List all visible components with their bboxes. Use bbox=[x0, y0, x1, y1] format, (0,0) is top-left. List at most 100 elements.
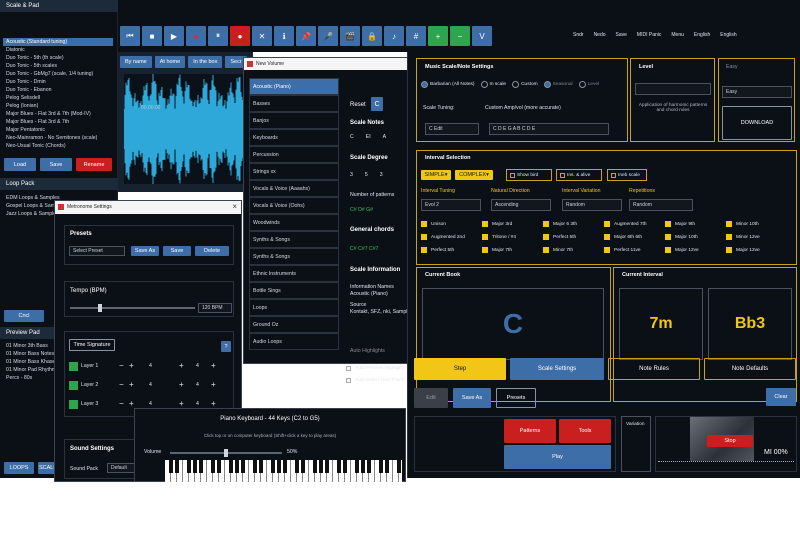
main-save-as-button[interactable]: Save As bbox=[453, 388, 491, 408]
download-button[interactable]: DOWNLOAD bbox=[722, 106, 792, 140]
piano-black-key[interactable] bbox=[343, 460, 347, 473]
scale-list-item[interactable]: Acoustic (Standard tuning) bbox=[3, 38, 113, 46]
scale-list-item[interactable]: Major Blues - Flat 3rd & 7th (Mod-IV) bbox=[3, 110, 113, 118]
ineb-scale-toggle[interactable]: Ineb scale bbox=[607, 169, 647, 181]
piano-black-key[interactable] bbox=[193, 460, 197, 473]
scale-list-item[interactable]: Pelog Selisdell bbox=[3, 94, 113, 102]
interval-checkbox[interactable] bbox=[726, 234, 732, 240]
minus-icon[interactable]: − bbox=[119, 399, 124, 408]
layer-check-icon[interactable] bbox=[69, 362, 78, 371]
sharp-button[interactable]: # bbox=[406, 26, 426, 46]
plus-icon[interactable]: + bbox=[129, 361, 134, 370]
step-button[interactable]: Step bbox=[414, 358, 506, 380]
instrument-item[interactable]: Ground Oz bbox=[249, 316, 339, 333]
scale-radio[interactable]: Custom bbox=[512, 81, 538, 88]
toolbar-menu-item[interactable]: Nedo bbox=[594, 32, 606, 38]
instrument-item[interactable]: Percussion bbox=[249, 146, 339, 163]
tempo-slider[interactable] bbox=[70, 304, 195, 312]
piano-black-key[interactable] bbox=[385, 460, 389, 473]
tempo-slider-thumb[interactable] bbox=[98, 304, 102, 312]
scale-list-item[interactable]: Diatonic bbox=[3, 46, 113, 54]
edit-button[interactable]: Edit bbox=[414, 388, 448, 408]
tempo-value-field[interactable]: 120 BPM bbox=[198, 303, 232, 313]
instrument-item[interactable]: Keyboards bbox=[249, 129, 339, 146]
piano-black-key[interactable] bbox=[253, 460, 257, 473]
interval-checkbox[interactable] bbox=[482, 221, 488, 227]
instrument-item[interactable]: Bottle Sings bbox=[249, 282, 339, 299]
load-button[interactable]: Load bbox=[4, 158, 36, 171]
piano-black-key[interactable] bbox=[211, 460, 215, 473]
piano-black-key[interactable] bbox=[397, 460, 401, 473]
interval-checkbox[interactable] bbox=[421, 221, 427, 227]
video-button[interactable]: 🎬 bbox=[340, 26, 360, 46]
instrument-item[interactable]: Banjos bbox=[249, 112, 339, 129]
instrument-item[interactable]: Acoustic (Piano) bbox=[249, 78, 339, 95]
plus-icon[interactable]: + bbox=[129, 380, 134, 389]
scale-list-item[interactable]: Neo-Usual Tonic (Chords) bbox=[3, 142, 113, 150]
auto-highlights[interactable]: Auto Highlights bbox=[350, 348, 385, 354]
reset-label[interactable]: Reset bbox=[350, 102, 366, 108]
layer-check-icon[interactable] bbox=[69, 381, 78, 390]
instrument-item[interactable]: Basses bbox=[249, 95, 339, 112]
interval-column-select[interactable]: Evol 2 bbox=[421, 199, 481, 211]
interval-checkbox[interactable] bbox=[482, 247, 488, 253]
piano-black-key[interactable] bbox=[295, 460, 299, 473]
layer-beats-plus-icon[interactable]: + bbox=[179, 399, 184, 408]
layer-beats-plus-icon[interactable]: + bbox=[179, 380, 184, 389]
waveform-tab[interactable]: By name bbox=[120, 56, 152, 68]
interval-checkbox[interactable] bbox=[604, 247, 610, 253]
play-button[interactable]: ▶ bbox=[164, 26, 184, 46]
skip-back-button[interactable]: ⏮ bbox=[120, 26, 140, 46]
piano-black-key[interactable] bbox=[283, 460, 287, 473]
record-button[interactable]: ● bbox=[186, 26, 206, 46]
piano-black-key[interactable] bbox=[229, 460, 233, 473]
close-button[interactable]: ✕ bbox=[252, 26, 272, 46]
simple-button[interactable]: SIMPLE ▾ bbox=[421, 170, 451, 180]
clear-button[interactable]: Clear bbox=[766, 388, 796, 406]
piano-black-key[interactable] bbox=[337, 460, 341, 473]
v-button[interactable]: V bbox=[472, 26, 492, 46]
piano-black-key[interactable] bbox=[355, 460, 359, 473]
piano-black-key[interactable] bbox=[169, 460, 173, 473]
show-bird-toggle[interactable]: Show bird bbox=[506, 169, 552, 181]
scale-radio[interactable]: In scale bbox=[480, 81, 506, 88]
radio-icon[interactable] bbox=[578, 81, 586, 88]
auto-select-option[interactable]: Auto Select Next Patch bbox=[346, 376, 408, 386]
layer-beats-plus-icon[interactable]: + bbox=[179, 361, 184, 370]
info-button[interactable]: ℹ bbox=[274, 26, 294, 46]
instrument-list[interactable]: Acoustic (Piano) Basses Banjos Keyboards Per… bbox=[249, 78, 339, 356]
layer-beats[interactable]: 4 bbox=[149, 363, 152, 369]
scale-settings-button[interactable]: Scale Settings bbox=[510, 358, 604, 380]
instrument-item[interactable]: Strings xx bbox=[249, 163, 339, 180]
save-button[interactable]: Save bbox=[40, 158, 72, 171]
lock-button[interactable]: 🔒 bbox=[362, 26, 382, 46]
preset-select[interactable]: Select Preset bbox=[69, 246, 125, 256]
piano-black-key[interactable] bbox=[271, 460, 275, 473]
presets-button[interactable]: Presets bbox=[496, 388, 536, 408]
sound-pack-select[interactable]: Default bbox=[107, 463, 137, 473]
scale-list-item[interactable]: Neo-Mainramon - No Semitones (scale) bbox=[3, 134, 113, 142]
layer-division[interactable]: 4 bbox=[196, 401, 199, 407]
pause-button[interactable]: ⏸ bbox=[208, 26, 228, 46]
ineb-scale-checkbox[interactable] bbox=[611, 173, 616, 178]
metronome-close-icon[interactable]: × bbox=[232, 202, 237, 211]
auto-preview-option[interactable]: Auto Preview Highlight bbox=[346, 364, 408, 374]
scale-list-item[interactable]: Duo Tonic - GbMg7 (scale, 1/4 tuning) bbox=[3, 70, 113, 78]
scale-list-item[interactable]: Duo Tonic - Dmin bbox=[3, 78, 113, 86]
layer-beats[interactable]: 4 bbox=[149, 382, 152, 388]
volume-slider-thumb[interactable] bbox=[224, 449, 228, 457]
rename-button[interactable]: Rename bbox=[76, 158, 112, 171]
scale-radio[interactable]: Seasonal bbox=[543, 81, 573, 88]
interval-checkbox[interactable] bbox=[726, 221, 732, 227]
layer-division-plus-icon[interactable]: + bbox=[211, 361, 216, 370]
note-defaults-button[interactable]: Note Defaults bbox=[704, 358, 796, 380]
interval-checkbox[interactable] bbox=[543, 247, 549, 253]
stop-button[interactable]: ■ bbox=[142, 26, 162, 46]
save-as-button[interactable]: Save As bbox=[131, 246, 159, 256]
interval-column-select[interactable]: Random bbox=[629, 199, 693, 211]
radio-icon[interactable] bbox=[512, 81, 520, 88]
instrument-item[interactable]: Vocals & Voice (Oohs) bbox=[249, 197, 339, 214]
instrument-item[interactable]: Woodwinds bbox=[249, 214, 339, 231]
piano-black-key[interactable] bbox=[319, 460, 323, 473]
radio-icon[interactable] bbox=[480, 81, 488, 88]
